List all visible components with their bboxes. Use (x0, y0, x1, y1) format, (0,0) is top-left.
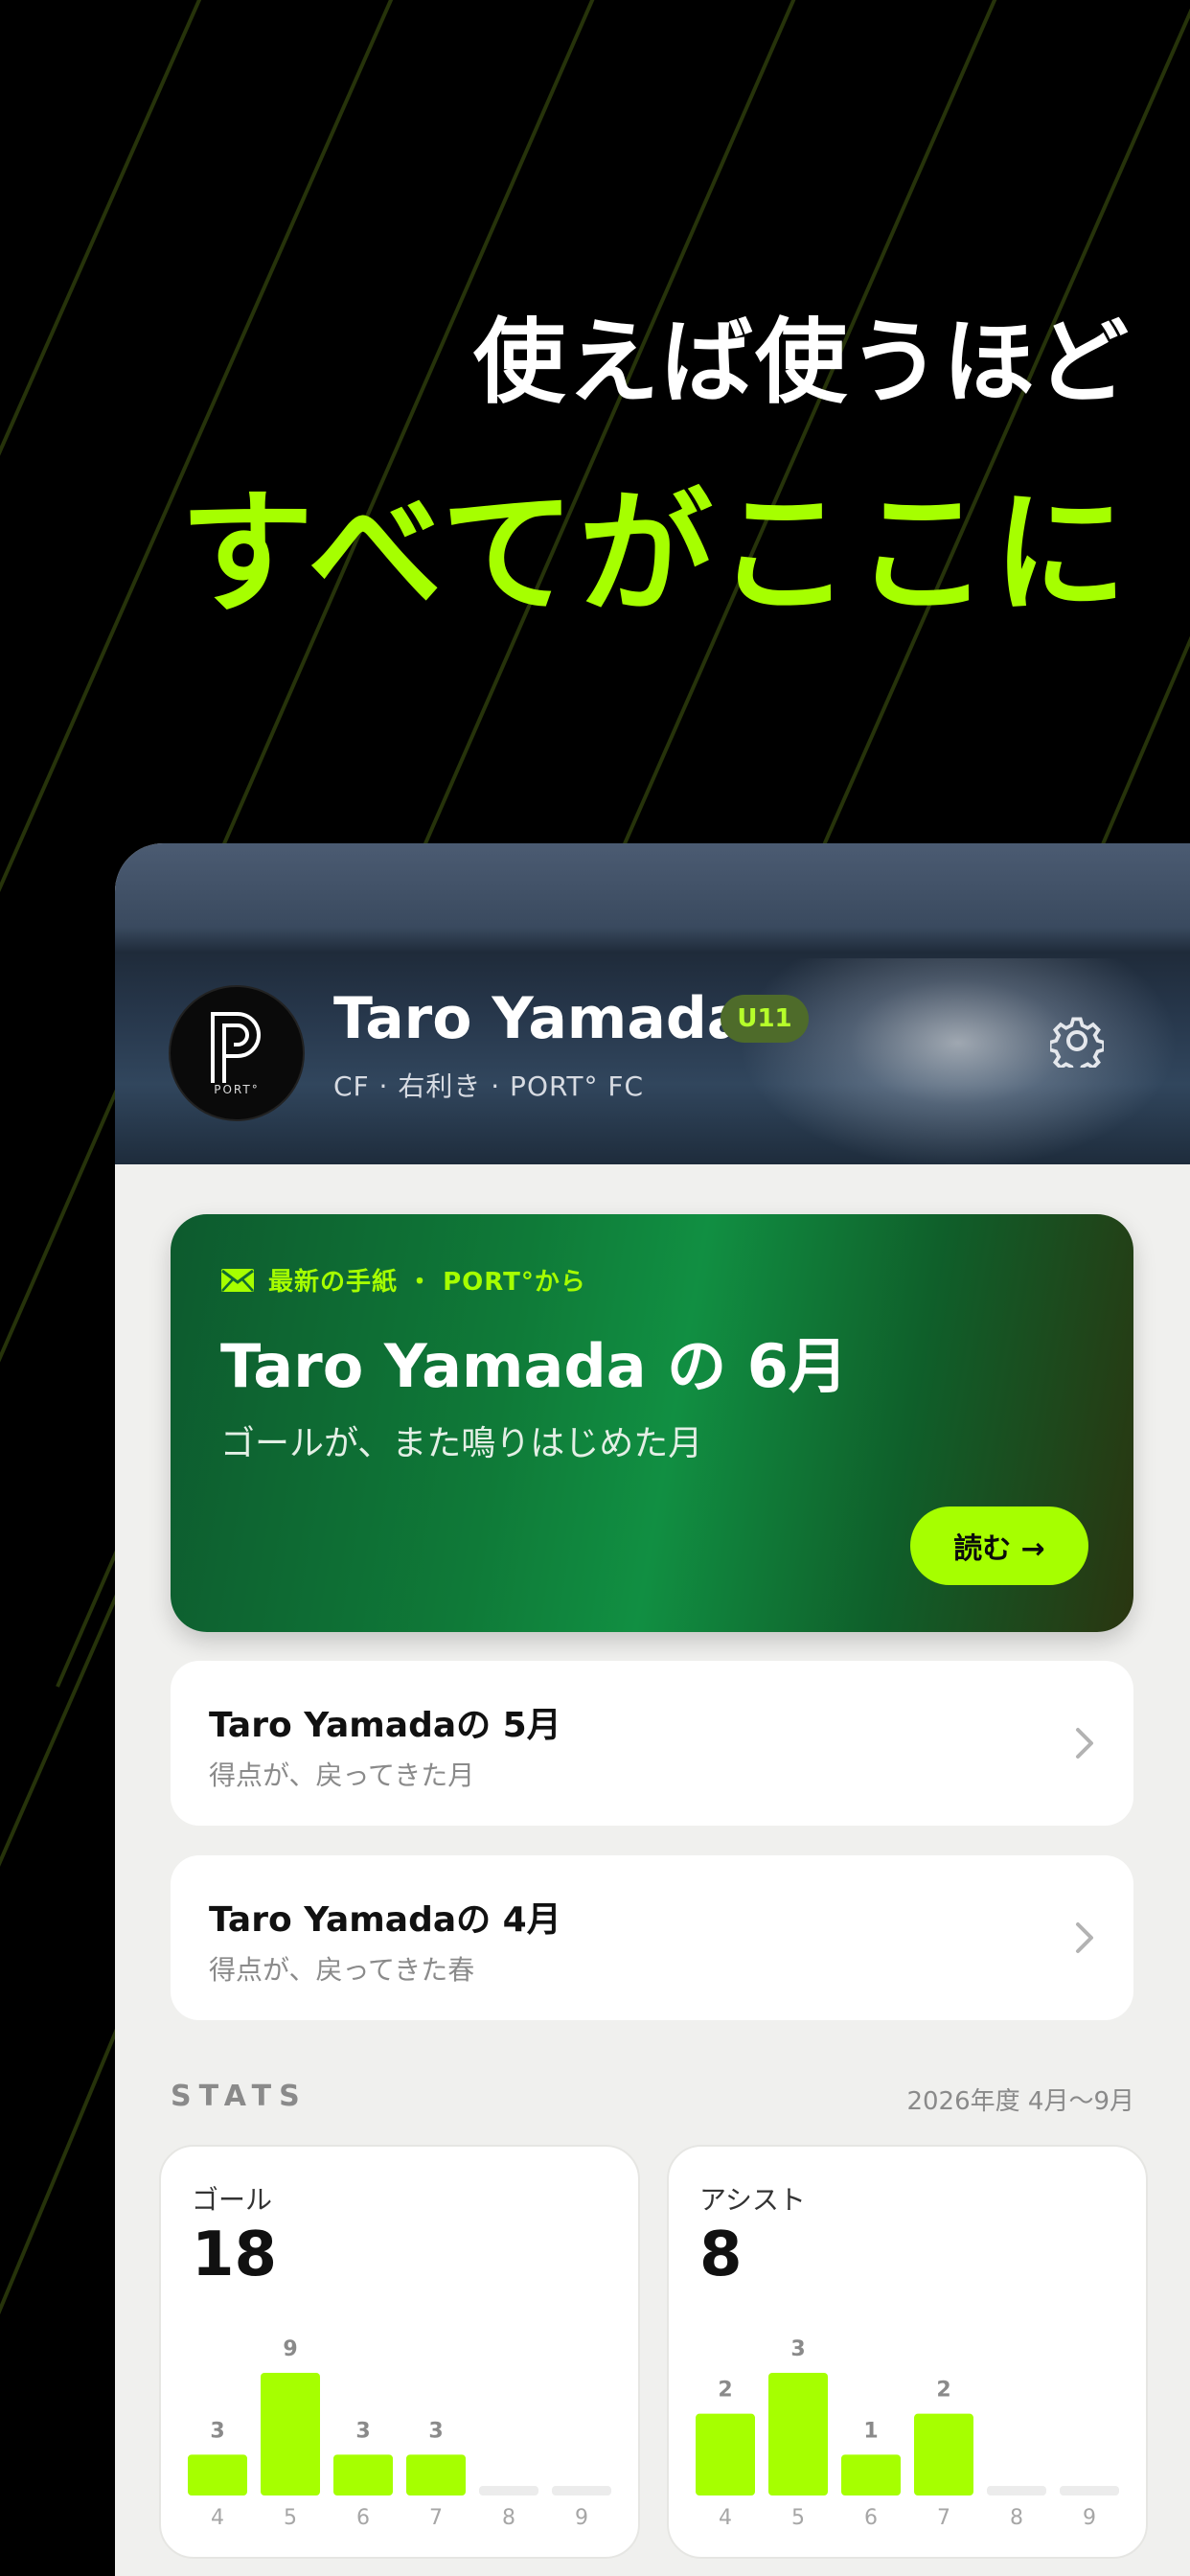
read-button[interactable]: 読む → (910, 1506, 1088, 1585)
letter-list-item[interactable]: Taro Yamadaの 4月 得点が、戻ってきた春 (171, 1855, 1133, 2020)
stat-card-assists[interactable]: アシスト 8 2435162789 (667, 2145, 1148, 2559)
letter-subtitle: ゴールが、また鳴りはじめた月 (220, 1424, 703, 1463)
month-tick-label: 7 (429, 2506, 443, 2530)
month-tick-label: 7 (937, 2506, 950, 2530)
stats-period: 2026年度 4月〜9月 (906, 2087, 1134, 2116)
bar-value-label: 3 (210, 2419, 224, 2443)
bar-6 (333, 2454, 393, 2496)
month-tick-label: 9 (575, 2506, 588, 2530)
bar-value-label: 9 (283, 2337, 297, 2361)
bar-value-label: 3 (428, 2419, 443, 2443)
bar-6 (841, 2454, 901, 2496)
bar-value-label: 1 (863, 2419, 878, 2443)
stats-section-label: STATS (171, 2080, 308, 2113)
age-badge: U11 (721, 995, 809, 1043)
letter-tag-text: 最新の手紙 ・ PORT°から (268, 1268, 586, 1297)
letter-list-item[interactable]: Taro Yamadaの 5月 得点が、戻ってきた月 (171, 1661, 1133, 1826)
profile-header: PORT° Taro Yamada U11 CF · 右利き · PORT° F… (115, 843, 1190, 1164)
bar-9 (552, 2486, 611, 2496)
month-tick-label: 6 (356, 2506, 370, 2530)
bar-value-label: 2 (718, 2379, 732, 2403)
bar-7 (914, 2413, 973, 2496)
bar-9 (1060, 2486, 1119, 2496)
team-logo-avatar[interactable]: PORT° (169, 985, 305, 1121)
month-tick-label: 6 (864, 2506, 878, 2530)
month-tick-label: 9 (1083, 2506, 1096, 2530)
letter-list-subtitle: 得点が、戻ってきた春 (209, 1954, 475, 1986)
stat-card-goals[interactable]: ゴール 18 3495363789 (159, 2145, 640, 2559)
letter-list-title: Taro Yamadaの 4月 (209, 1900, 561, 1940)
bar-5 (768, 2373, 828, 2496)
bar-4 (696, 2413, 755, 2496)
letter-list-title: Taro Yamadaの 5月 (209, 1706, 561, 1745)
month-tick-label: 5 (791, 2506, 805, 2530)
chevron-right-icon (1076, 1922, 1093, 1953)
chevron-right-icon (1076, 1728, 1093, 1759)
month-tick-label: 4 (719, 2506, 732, 2530)
app-screen: PORT° Taro Yamada U11 CF · 右利き · PORT° F… (115, 843, 1190, 2576)
bar-4 (188, 2454, 247, 2496)
envelope-icon (221, 1269, 254, 1292)
gear-icon[interactable] (1050, 1014, 1104, 1068)
letter-title: Taro Yamada の 6月 (220, 1331, 848, 1401)
letter-tag: 最新の手紙 ・ PORT°から (220, 1262, 586, 1298)
bar-7 (406, 2454, 466, 2496)
goals-bar-chart: 3 4 9 5 3 6 3 7 8 9 (188, 2337, 611, 2530)
month-tick-label: 5 (284, 2506, 297, 2530)
water-reflection (738, 958, 1179, 1164)
bar-value-label: 3 (355, 2419, 370, 2443)
headline-line2: すべてがここに (179, 476, 1131, 632)
player-subtitle: CF · 右利き · PORT° FC (333, 1070, 645, 1102)
month-tick-label: 8 (502, 2506, 515, 2530)
player-name: Taro Yamada (333, 985, 746, 1052)
bar-value-label: 2 (936, 2379, 950, 2403)
bar-8 (987, 2486, 1046, 2496)
headline-line1: 使えば使うほど (473, 309, 1131, 416)
bar-value-label: 3 (790, 2337, 805, 2361)
latest-letter-card[interactable]: 最新の手紙 ・ PORT°から Taro Yamada の 6月 ゴールが、また… (171, 1214, 1133, 1632)
month-tick-label: 4 (211, 2506, 224, 2530)
month-tick-label: 8 (1010, 2506, 1023, 2530)
bar-8 (479, 2486, 538, 2496)
logo-text: PORT° (214, 1083, 260, 1096)
bar-5 (261, 2373, 320, 2496)
assists-bar-chart: 2 4 3 5 1 6 2 7 8 9 (696, 2337, 1119, 2530)
letter-list-subtitle: 得点が、戻ってきた月 (209, 1760, 475, 1791)
port-logo-icon (211, 1012, 261, 1083)
